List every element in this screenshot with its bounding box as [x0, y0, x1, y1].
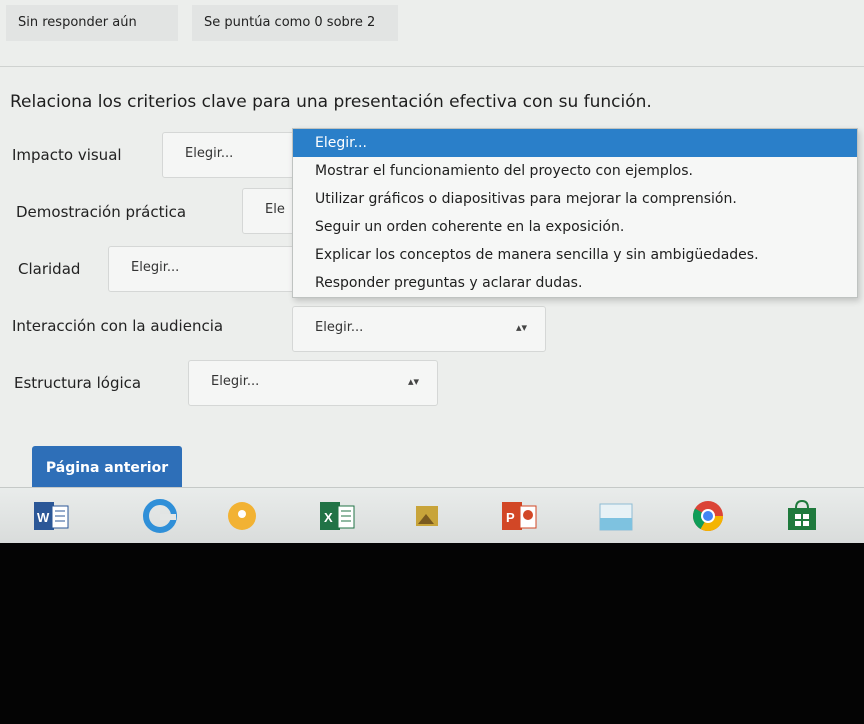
select-estructura-logica[interactable]: Elegir... ▴▾: [188, 360, 438, 406]
paint-icon[interactable]: [596, 498, 636, 534]
word-icon[interactable]: W: [32, 498, 72, 534]
divider: [0, 66, 864, 67]
store-icon[interactable]: [782, 498, 822, 534]
select-value: Elegir...: [131, 260, 180, 275]
dropdown-option[interactable]: Explicar los conceptos de manera sencill…: [315, 247, 759, 263]
edge-icon[interactable]: [140, 498, 180, 534]
chevron-updown-icon: ▴▾: [407, 375, 419, 388]
dropdown-options[interactable]: Elegir... Mostrar el funcionamiento del …: [292, 128, 858, 298]
svg-text:P: P: [506, 510, 515, 525]
dropdown-option-selected[interactable]: Elegir...: [293, 129, 857, 157]
chevron-updown-icon: ▴▾: [515, 321, 527, 334]
question-text: Relaciona los criterios clave para una p…: [10, 92, 652, 112]
select-value: Elegir...: [315, 320, 364, 335]
row-label-impacto-visual: Impacto visual: [12, 146, 122, 164]
select-value: Elegir...: [185, 146, 234, 161]
select-interaccion-audiencia[interactable]: Elegir... ▴▾: [292, 306, 546, 352]
row-label-interaccion-audiencia: Interacción con la audiencia: [12, 317, 224, 335]
chrome-icon[interactable]: [688, 498, 728, 534]
score-badge: Se puntúa como 0 sobre 2: [192, 5, 398, 41]
row-label-estructura-logica: Estructura lógica: [14, 374, 142, 392]
svg-text:W: W: [37, 510, 50, 525]
dropdown-option[interactable]: Seguir un orden coherente en la exposici…: [315, 219, 624, 235]
select-impacto-visual[interactable]: Elegir...: [162, 132, 302, 178]
taskbar: W X P: [0, 487, 864, 544]
svg-text:X: X: [324, 510, 333, 525]
monitor-bezel: [0, 543, 864, 724]
powerpoint-icon[interactable]: P: [500, 498, 540, 534]
photos-icon[interactable]: [410, 498, 450, 534]
select-claridad[interactable]: Elegir...: [108, 246, 302, 292]
row-label-demostracion-practica: Demostración práctica: [16, 203, 187, 221]
select-value: Elegir...: [211, 374, 260, 389]
previous-page-button[interactable]: Página anterior: [32, 446, 182, 490]
dropdown-option[interactable]: Responder preguntas y aclarar dudas.: [315, 275, 582, 291]
row-label-claridad: Claridad: [18, 260, 81, 278]
excel-icon[interactable]: X: [318, 498, 358, 534]
select-value: Ele: [265, 202, 285, 217]
maps-icon[interactable]: [222, 498, 262, 534]
dropdown-option[interactable]: Utilizar gráficos o diapositivas para me…: [315, 191, 737, 207]
answer-state-badge: Sin responder aún: [6, 5, 178, 41]
dropdown-option[interactable]: Mostrar el funcionamiento del proyecto c…: [315, 163, 693, 179]
